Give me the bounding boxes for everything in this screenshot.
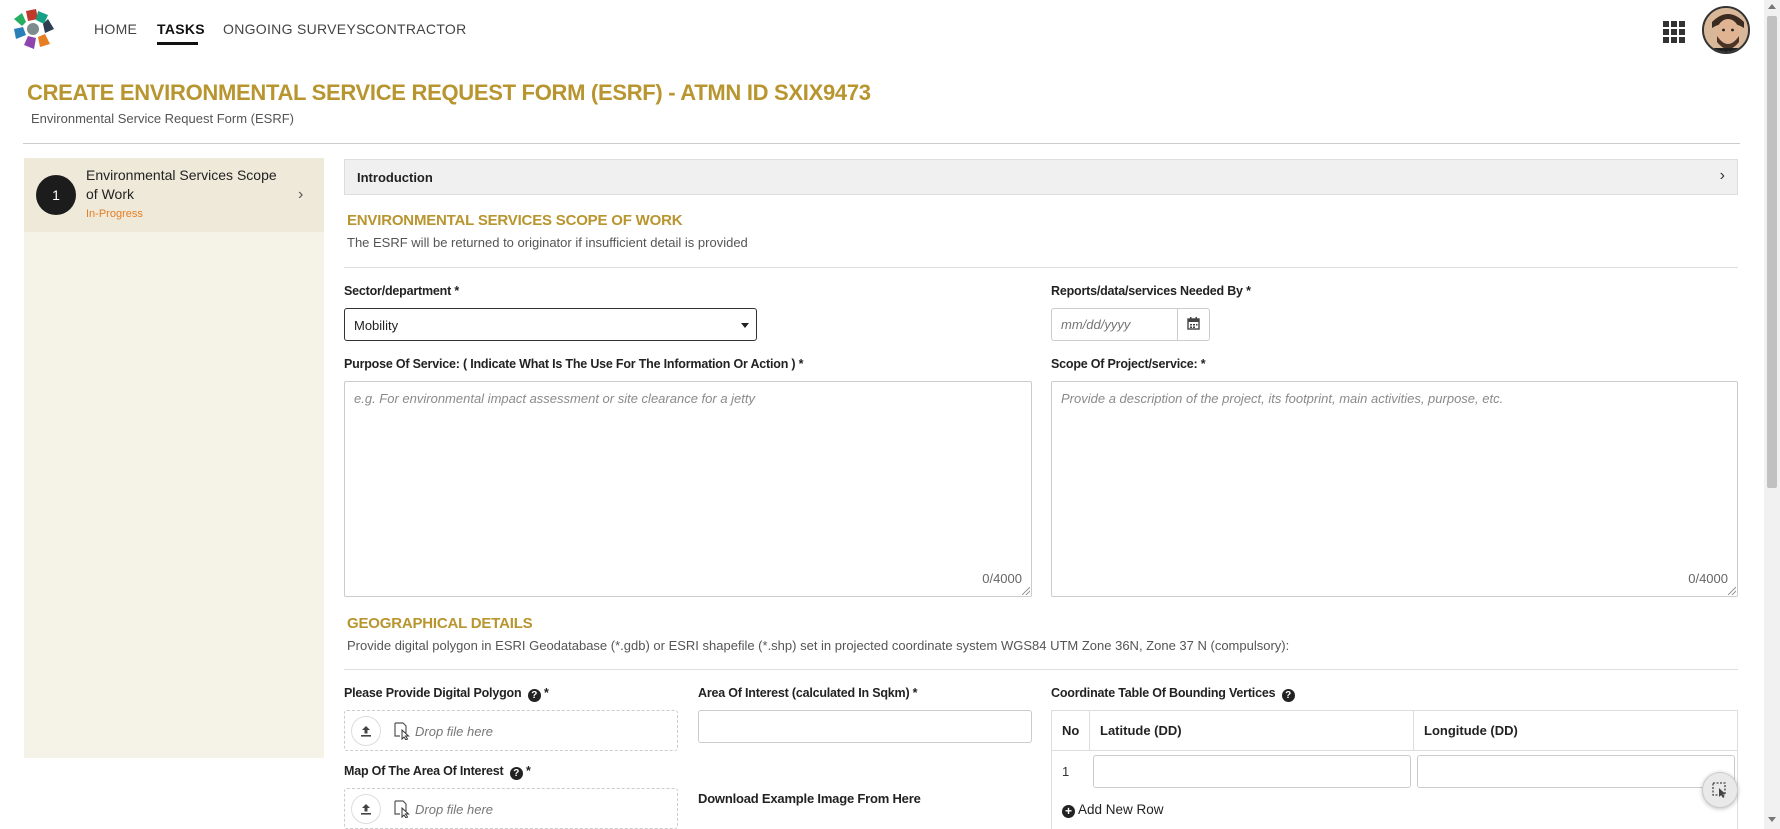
drop-hint: Drop file here bbox=[415, 802, 494, 817]
sector-select[interactable]: Mobility bbox=[344, 308, 757, 341]
upload-icon bbox=[361, 726, 371, 737]
scope-textarea[interactable] bbox=[1052, 382, 1737, 596]
sector-label: Sector/department * bbox=[344, 284, 459, 298]
coordinate-table-label: Coordinate Table Of Bounding Vertices ? bbox=[1051, 686, 1295, 702]
nav-tasks[interactable]: TASKS bbox=[157, 21, 205, 37]
top-navbar: HOME TASKS ONGOING SURVEYS CONTRACTOR bbox=[0, 0, 1764, 58]
polygon-label: Please Provide Digital Polygon ? * bbox=[344, 686, 549, 702]
scope-char-counter: 0/4000 bbox=[1688, 571, 1728, 586]
calendar-button[interactable] bbox=[1177, 308, 1210, 341]
file-drop-icon bbox=[394, 722, 410, 740]
chevron-right-icon: › bbox=[1719, 167, 1725, 184]
question-circle-icon[interactable]: ? bbox=[527, 689, 541, 702]
upload-icon bbox=[361, 804, 371, 815]
active-tab-indicator bbox=[157, 42, 198, 45]
page-scrollbar[interactable] bbox=[1764, 0, 1780, 829]
file-drop-icon bbox=[394, 800, 410, 818]
latitude-input[interactable] bbox=[1093, 755, 1411, 788]
add-new-row-button[interactable]: + Add New Row bbox=[1062, 802, 1164, 818]
user-avatar[interactable] bbox=[1702, 6, 1750, 54]
cursor-select-icon bbox=[1712, 782, 1726, 798]
divider bbox=[344, 267, 1738, 268]
needed-by-date-input[interactable] bbox=[1052, 309, 1177, 340]
introduction-label: Introduction bbox=[357, 170, 433, 185]
step-item-scope-of-work[interactable]: 1 Environmental Services Scope of Work I… bbox=[24, 158, 324, 232]
resize-handle-icon[interactable] bbox=[1728, 587, 1736, 595]
page-subtitle: Environmental Service Request Form (ESRF… bbox=[31, 111, 294, 126]
page-title: CREATE ENVIRONMENTAL SERVICE REQUEST FOR… bbox=[27, 80, 871, 105]
sector-selected-value: Mobility bbox=[354, 318, 399, 333]
polygon-dropzone[interactable]: Drop file here bbox=[344, 710, 678, 751]
scrollbar-thumb[interactable] bbox=[1767, 16, 1777, 488]
step-number-badge: 1 bbox=[36, 175, 76, 215]
purpose-textarea-wrapper: 0/4000 bbox=[344, 381, 1032, 597]
needed-by-date-field[interactable] bbox=[1051, 308, 1177, 341]
purpose-label: Purpose Of Service: ( Indicate What Is T… bbox=[344, 357, 804, 371]
geo-section-title: GEOGRAPHICAL DETAILS bbox=[347, 615, 533, 632]
question-circle-icon[interactable]: ? bbox=[509, 767, 523, 780]
app-logo[interactable] bbox=[12, 9, 54, 49]
step-title: Environmental Services Scope of Work bbox=[86, 167, 277, 202]
nav-home[interactable]: HOME bbox=[94, 21, 137, 37]
introduction-accordion[interactable]: Introduction › bbox=[344, 159, 1738, 195]
table-header-no: No bbox=[1052, 711, 1090, 751]
geo-section-description: Provide digital polygon in ESRI Geodatab… bbox=[347, 638, 1290, 653]
map-dropzone[interactable]: Drop file here bbox=[344, 788, 678, 829]
floating-action-button[interactable] bbox=[1702, 772, 1738, 808]
scroll-down-arrow-icon[interactable] bbox=[1768, 817, 1776, 822]
upload-button[interactable] bbox=[351, 794, 381, 824]
map-label: Map Of The Area Of Interest ? * bbox=[344, 764, 531, 780]
scroll-up-arrow-icon[interactable] bbox=[1768, 4, 1776, 9]
scope-section-title: ENVIRONMENTAL SERVICES SCOPE OF WORK bbox=[347, 212, 683, 229]
caret-down-icon bbox=[741, 323, 749, 328]
divider bbox=[344, 669, 1738, 670]
calendar-icon bbox=[1187, 317, 1200, 330]
resize-handle-icon[interactable] bbox=[1022, 587, 1030, 595]
grid-apps-icon[interactable] bbox=[1663, 21, 1685, 43]
chevron-right-icon: › bbox=[298, 186, 304, 203]
nav-ongoing-surveys[interactable]: ONGOING SURVEYS bbox=[223, 21, 366, 37]
table-header-longitude: Longitude (DD) bbox=[1414, 711, 1738, 751]
table-row-number: 1 bbox=[1062, 764, 1070, 779]
divider bbox=[23, 143, 1740, 144]
longitude-input[interactable] bbox=[1417, 755, 1735, 788]
needed-by-label: Reports/data/services Needed By * bbox=[1051, 284, 1251, 298]
purpose-char-counter: 0/4000 bbox=[982, 571, 1022, 586]
scope-textarea-wrapper: 0/4000 bbox=[1051, 381, 1738, 597]
upload-button[interactable] bbox=[351, 716, 381, 746]
table-header-latitude: Latitude (DD) bbox=[1090, 711, 1414, 751]
step-status: In-Progress bbox=[86, 208, 143, 220]
scope-section-description: The ESRF will be returned to originator … bbox=[347, 235, 748, 250]
plus-circle-icon: + bbox=[1062, 805, 1075, 818]
purpose-textarea[interactable] bbox=[345, 382, 1031, 596]
question-circle-icon[interactable]: ? bbox=[1281, 689, 1295, 702]
download-example-link[interactable]: Download Example Image From Here bbox=[698, 791, 921, 806]
area-label: Area Of Interest (calculated In Sqkm) * bbox=[698, 686, 918, 700]
drop-hint: Drop file here bbox=[415, 724, 494, 739]
scope-label: Scope Of Project/service: * bbox=[1051, 357, 1206, 371]
area-input[interactable] bbox=[698, 710, 1032, 743]
form-steps-sidebar: 1 Environmental Services Scope of Work I… bbox=[24, 158, 324, 758]
nav-contractor[interactable]: CONTRACTOR bbox=[365, 21, 467, 37]
